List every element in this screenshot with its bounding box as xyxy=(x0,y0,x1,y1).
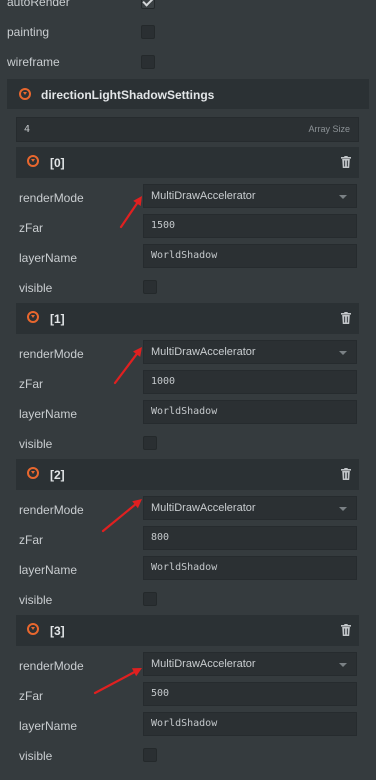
zfar-label: zFar xyxy=(19,689,43,703)
visible-label: visible xyxy=(19,437,53,451)
render-mode-select[interactable]: MultiDrawAccelerator xyxy=(143,652,357,676)
trash-icon[interactable] xyxy=(341,156,351,168)
autorender-row: autoRender xyxy=(0,0,376,17)
zfar-value: 500 xyxy=(151,688,170,699)
trash-icon[interactable] xyxy=(341,468,351,480)
wireframe-label: wireframe xyxy=(7,55,60,69)
annotation-arrow xyxy=(113,347,142,385)
render-mode-value: MultiDrawAccelerator xyxy=(151,190,256,202)
layer-name-value: WorldShadow xyxy=(151,562,218,573)
item-index: [3] xyxy=(50,624,65,638)
layer-name-input[interactable]: WorldShadow xyxy=(143,556,357,580)
annotation-arrow xyxy=(93,668,142,695)
item-header[interactable]: [2] xyxy=(16,459,359,490)
collapse-circle-icon[interactable] xyxy=(27,623,39,635)
render-mode-select[interactable]: MultiDrawAccelerator xyxy=(143,496,357,520)
render-mode-label: renderMode xyxy=(19,503,84,517)
painting-label: painting xyxy=(7,25,50,39)
zfar-value: 800 xyxy=(151,532,170,543)
wireframe-row: wireframe xyxy=(0,47,376,77)
layer-name-input[interactable]: WorldShadow xyxy=(143,400,357,424)
render-mode-label: renderMode xyxy=(19,191,84,205)
layer-name-value: WorldShadow xyxy=(151,250,218,261)
zfar-value: 1000 xyxy=(151,376,176,387)
zfar-label: zFar xyxy=(19,221,43,235)
layer-name-label: layerName xyxy=(19,251,78,265)
zfar-input[interactable]: 500 xyxy=(143,682,357,706)
render-mode-label: renderMode xyxy=(19,347,84,361)
dropdown-caret-icon xyxy=(339,663,347,667)
trash-icon[interactable] xyxy=(341,312,351,324)
zfar-label: zFar xyxy=(19,533,43,547)
array-size-label: Array Size xyxy=(308,124,350,134)
array-count-value: 4 xyxy=(24,124,31,135)
item-header[interactable]: [0] xyxy=(16,147,359,178)
zfar-input[interactable]: 800 xyxy=(143,526,357,550)
painting-checkbox[interactable] xyxy=(141,25,155,39)
section-title: directionLightShadowSettings xyxy=(41,88,215,102)
layer-name-label: layerName xyxy=(19,719,78,733)
item-header[interactable]: [1] xyxy=(16,303,359,334)
visible-label: visible xyxy=(19,593,53,607)
item-header[interactable]: [3] xyxy=(16,615,359,646)
render-mode-label: renderMode xyxy=(19,659,84,673)
layer-name-label: layerName xyxy=(19,407,78,421)
item-index: [2] xyxy=(50,468,65,482)
render-mode-value: MultiDrawAccelerator xyxy=(151,346,256,358)
item-index: [1] xyxy=(50,312,65,326)
collapse-circle-icon[interactable] xyxy=(27,467,39,479)
layer-name-value: WorldShadow xyxy=(151,406,218,417)
collapse-circle-icon[interactable] xyxy=(27,155,39,167)
wireframe-checkbox[interactable] xyxy=(141,55,155,69)
zfar-label: zFar xyxy=(19,377,43,391)
visible-label: visible xyxy=(19,749,53,763)
section-header-direction-light-shadow-settings[interactable]: directionLightShadowSettings xyxy=(7,79,369,109)
collapse-circle-icon[interactable] xyxy=(27,311,39,323)
render-mode-select[interactable]: MultiDrawAccelerator xyxy=(143,340,357,364)
collapse-circle-icon[interactable] xyxy=(19,88,31,100)
array-size-field[interactable]: 4 Array Size xyxy=(16,117,359,142)
visible-checkbox[interactable] xyxy=(143,280,157,294)
item-index: [0] xyxy=(50,156,65,170)
visible-checkbox[interactable] xyxy=(143,436,157,450)
visible-label: visible xyxy=(19,281,53,295)
layer-name-label: layerName xyxy=(19,563,78,577)
render-mode-value: MultiDrawAccelerator xyxy=(151,658,256,670)
visible-checkbox[interactable] xyxy=(143,592,157,606)
layer-name-input[interactable]: WorldShadow xyxy=(143,712,357,736)
dropdown-caret-icon xyxy=(339,351,347,355)
annotation-arrow xyxy=(101,499,142,533)
dropdown-caret-icon xyxy=(339,507,347,511)
trash-icon[interactable] xyxy=(341,624,351,636)
dropdown-caret-icon xyxy=(339,195,347,199)
zfar-input[interactable]: 1000 xyxy=(143,370,357,394)
zfar-input[interactable]: 1500 xyxy=(143,214,357,238)
render-mode-value: MultiDrawAccelerator xyxy=(151,502,256,514)
layer-name-input[interactable]: WorldShadow xyxy=(143,244,357,268)
render-mode-select[interactable]: MultiDrawAccelerator xyxy=(143,184,357,208)
annotation-arrow xyxy=(119,196,142,229)
autorender-label: autoRender xyxy=(7,0,70,9)
layer-name-value: WorldShadow xyxy=(151,718,218,729)
painting-row: painting xyxy=(0,17,376,47)
zfar-value: 1500 xyxy=(151,220,176,231)
autorender-checkbox[interactable] xyxy=(141,0,155,9)
visible-checkbox[interactable] xyxy=(143,748,157,762)
